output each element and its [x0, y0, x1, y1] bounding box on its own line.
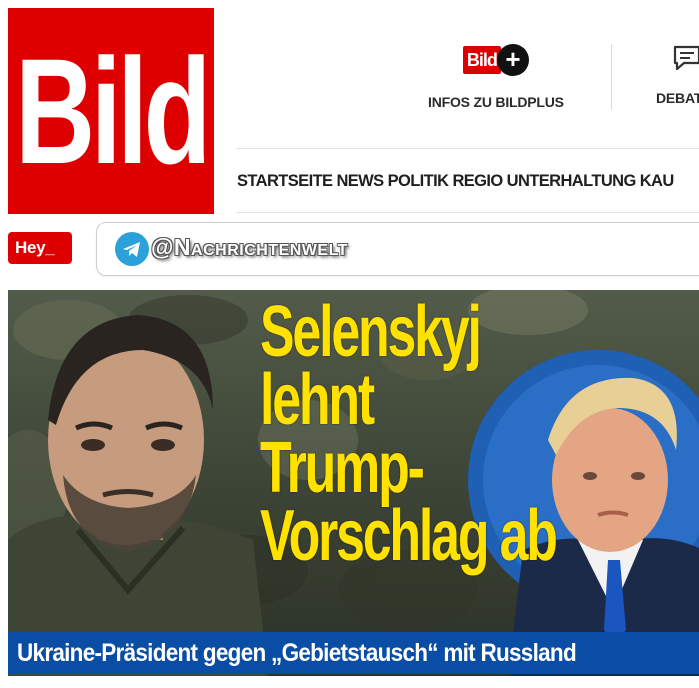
bildplus-label: INFOS ZU BILDPLUS [428, 94, 564, 110]
plus-icon: + [496, 44, 529, 76]
hero-caption-text: Ukraine-Präsident gegen „Gebietstausch“ … [17, 639, 577, 667]
nav-item-politik[interactable]: POLITIK [388, 172, 449, 191]
headline-line: Trump- [260, 428, 425, 508]
bildplus-info-link[interactable]: Bild + INFOS ZU BILDPLUS [428, 44, 564, 110]
paper-plane-icon [123, 242, 140, 257]
nav-item-regio[interactable]: REGIO [452, 172, 503, 191]
hero-article-teaser[interactable]: Selenskyj lehnt Trump- Vorschlag ab Ukra… [8, 290, 699, 676]
hero-caption: Ukraine-Präsident gegen „Gebietstausch“ … [8, 632, 699, 674]
header-divider [611, 44, 612, 110]
headline-line: Vorschlag ab [260, 496, 558, 576]
debatte-label: DEBAT [656, 90, 699, 106]
hey-button[interactable]: Hey_ [8, 232, 72, 264]
hero-headline: Selenskyj lehnt Trump- Vorschlag ab [260, 292, 558, 576]
bild-logo[interactable]: Bild [8, 8, 214, 214]
logo-text: Bild [15, 27, 211, 195]
telegram-icon [115, 232, 149, 266]
main-navigation: STARTSEITE NEWS POLITIK REGIO UNTERHALTU… [237, 172, 678, 191]
debatte-link[interactable]: DEBAT [656, 44, 699, 106]
headline-line: lehnt [260, 360, 375, 440]
headline-line: Selenskyj [260, 292, 482, 372]
nav-item-kaufberater[interactable]: KAU [640, 172, 675, 191]
bildplus-badge: Bild + [462, 44, 529, 76]
chat-bubble-icon [673, 45, 699, 71]
bildplus-badge-text: Bild [462, 46, 501, 74]
nav-item-news[interactable]: NEWS [336, 172, 384, 191]
nav-item-unterhaltung[interactable]: UNTERHALTUNG [507, 172, 637, 191]
telegram-handle: @Nachrichtenwelt [151, 234, 348, 260]
nav-top-divider [236, 148, 699, 149]
nav-bottom-divider [236, 212, 699, 213]
nav-item-startseite[interactable]: STARTSEITE [237, 172, 333, 191]
